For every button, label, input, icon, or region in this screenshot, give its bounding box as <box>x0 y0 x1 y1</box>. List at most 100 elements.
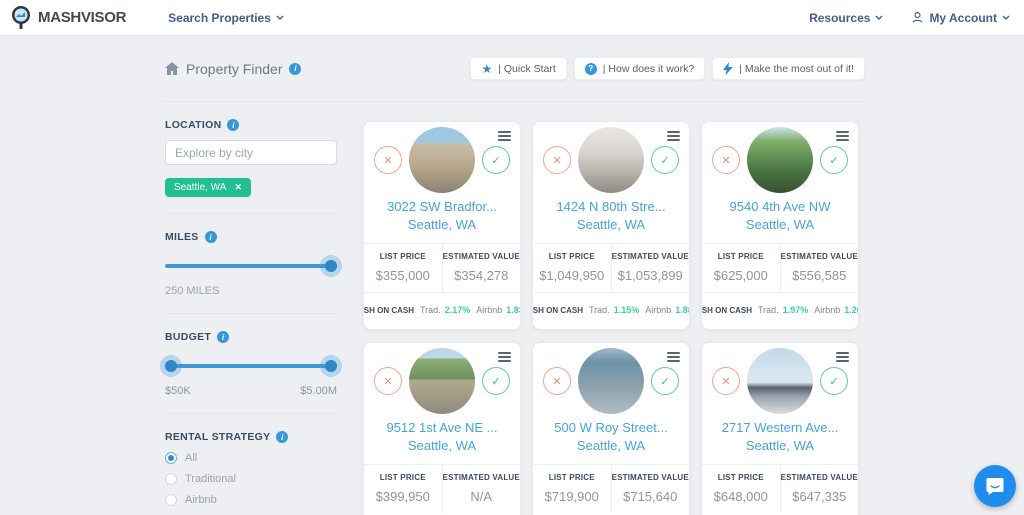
estimated-value-label: ESTIMATED VALUE <box>443 252 521 261</box>
property-address-link[interactable]: 2717 Western Ave... <box>702 420 858 435</box>
property-city-link[interactable]: Seattle, WA <box>533 438 689 453</box>
budget-slider-track[interactable] <box>165 364 337 368</box>
chat-launcher-button[interactable] <box>974 465 1016 507</box>
radio-airbnb[interactable]: Airbnb <box>165 494 337 506</box>
mashvisor-logo-icon <box>10 5 32 31</box>
filters-sidebar: LOCATION i Seattle, WA ✕ MILES i <box>165 102 337 515</box>
page-title: Property Finder <box>186 61 282 77</box>
accept-property-button[interactable]: ✓ <box>482 146 510 174</box>
radio-icon[interactable] <box>165 473 177 485</box>
nav-my-account-label: My Account <box>929 11 997 25</box>
card-menu-icon[interactable] <box>498 131 511 141</box>
card-menu-icon[interactable] <box>836 131 849 141</box>
property-photo[interactable] <box>409 348 475 414</box>
nav-resources[interactable]: Resources <box>809 11 883 25</box>
list-price-label: LIST PRICE <box>533 473 611 482</box>
rental-strategy-label: RENTAL STRATEGY <box>165 431 270 443</box>
reject-property-button[interactable]: ✕ <box>374 146 402 174</box>
list-price-value: $355,000 <box>364 268 442 283</box>
accept-property-button[interactable]: ✓ <box>651 367 679 395</box>
property-address-link[interactable]: 9512 1st Ave NE ... <box>364 420 520 435</box>
cash-on-cash-row: CASH ON CASH Trad. 2.17% Airbnb 1.83% <box>364 292 520 327</box>
reject-property-button[interactable]: ✕ <box>712 146 740 174</box>
property-city-link[interactable]: Seattle, WA <box>702 438 858 453</box>
estimated-value-label: ESTIMATED VALUE <box>443 473 521 482</box>
property-photo[interactable] <box>747 127 813 193</box>
property-city-link[interactable]: Seattle, WA <box>364 438 520 453</box>
airbnb-coc-value: 1.83% <box>506 305 521 315</box>
how-does-it-work-button[interactable]: ? | How does it work? <box>574 57 705 80</box>
info-icon[interactable]: i <box>276 431 288 443</box>
miles-slider[interactable] <box>165 259 337 273</box>
budget-slider[interactable] <box>165 359 337 373</box>
how-does-it-work-label: | How does it work? <box>603 63 694 75</box>
reject-property-button[interactable]: ✕ <box>374 367 402 395</box>
radio-traditional[interactable]: Traditional <box>165 473 337 485</box>
card-menu-icon[interactable] <box>498 352 511 362</box>
list-price-value: $648,000 <box>702 489 780 504</box>
location-label: LOCATION <box>165 119 221 131</box>
miles-label: MILES <box>165 231 199 243</box>
list-price-label: LIST PRICE <box>702 473 780 482</box>
reject-property-button[interactable]: ✕ <box>543 367 571 395</box>
quick-start-button[interactable]: ★ | Quick Start <box>470 57 566 80</box>
accept-property-button[interactable]: ✓ <box>651 146 679 174</box>
location-tag[interactable]: Seattle, WA ✕ <box>165 178 251 197</box>
accept-property-button[interactable]: ✓ <box>482 367 510 395</box>
property-address-link[interactable]: 500 W Roy Street... <box>533 420 689 435</box>
make-most-button[interactable]: | Make the most out of it! <box>712 57 865 80</box>
card-menu-icon[interactable] <box>667 131 680 141</box>
property-card: ✕ ✓ 3022 SW Bradfor... Seattle, WA LIST … <box>363 121 521 330</box>
info-icon[interactable]: i <box>217 331 229 343</box>
trad-coc-value: 1.97% <box>783 305 809 315</box>
nav-search-properties-label: Search Properties <box>168 11 271 25</box>
miles-slider-track[interactable] <box>165 264 337 268</box>
property-photo[interactable] <box>578 348 644 414</box>
property-photo[interactable] <box>747 348 813 414</box>
property-photo[interactable] <box>578 127 644 193</box>
property-city-link[interactable]: Seattle, WA <box>702 217 858 232</box>
info-icon[interactable]: i <box>205 231 217 243</box>
chat-bubble-icon <box>985 476 1005 496</box>
card-menu-icon[interactable] <box>836 352 849 362</box>
estimated-value: N/A <box>443 489 521 504</box>
budget-slider-handle-min[interactable] <box>165 360 177 372</box>
reject-property-button[interactable]: ✕ <box>712 367 740 395</box>
card-menu-icon[interactable] <box>667 352 680 362</box>
cash-on-cash-row: CASH ON CASH Trad. 1.15% Airbnb 1.88% <box>533 292 689 327</box>
properties-grid: ✕ ✓ 3022 SW Bradfor... Seattle, WA LIST … <box>363 102 863 515</box>
property-address-link[interactable]: 1424 N 80th Stre... <box>533 199 689 214</box>
trad-label: Trad. <box>420 305 441 315</box>
bolt-icon <box>723 62 733 75</box>
radio-icon[interactable] <box>165 494 177 506</box>
radio-icon[interactable] <box>165 452 177 464</box>
page-header: Property Finder i ★ | Quick Start ? | Ho… <box>165 36 865 102</box>
property-photo[interactable] <box>409 127 475 193</box>
radio-all[interactable]: All <box>165 452 337 464</box>
cash-on-cash-row: CASH ON CASH Trad. 1.97% Airbnb 1.20% <box>702 292 858 327</box>
miles-slider-handle[interactable] <box>325 260 337 272</box>
accept-property-button[interactable]: ✓ <box>820 146 848 174</box>
person-icon <box>911 11 924 24</box>
budget-slider-handle-max[interactable] <box>325 360 337 372</box>
nav-my-account[interactable]: My Account <box>911 11 1010 25</box>
remove-tag-icon[interactable]: ✕ <box>234 182 242 193</box>
property-address-link[interactable]: 9540 4th Ave NW <box>702 199 858 214</box>
info-icon[interactable]: i <box>227 119 239 131</box>
property-city-link[interactable]: Seattle, WA <box>364 217 520 232</box>
list-price-label: LIST PRICE <box>533 252 611 261</box>
chevron-down-icon <box>875 15 883 20</box>
chevron-down-icon <box>1002 15 1010 20</box>
radio-traditional-label: Traditional <box>185 473 236 485</box>
reject-property-button[interactable]: ✕ <box>543 146 571 174</box>
accept-property-button[interactable]: ✓ <box>820 367 848 395</box>
property-address-link[interactable]: 3022 SW Bradfor... <box>364 199 520 214</box>
property-city-link[interactable]: Seattle, WA <box>533 217 689 232</box>
list-price-label: LIST PRICE <box>702 252 780 261</box>
list-price-value: $399,950 <box>364 489 442 504</box>
city-search-input[interactable] <box>165 140 337 165</box>
brand-logo[interactable]: MASHVISOR <box>10 5 126 31</box>
chevron-down-icon <box>276 15 284 20</box>
nav-search-properties[interactable]: Search Properties <box>168 11 284 25</box>
info-icon[interactable]: i <box>289 63 301 75</box>
